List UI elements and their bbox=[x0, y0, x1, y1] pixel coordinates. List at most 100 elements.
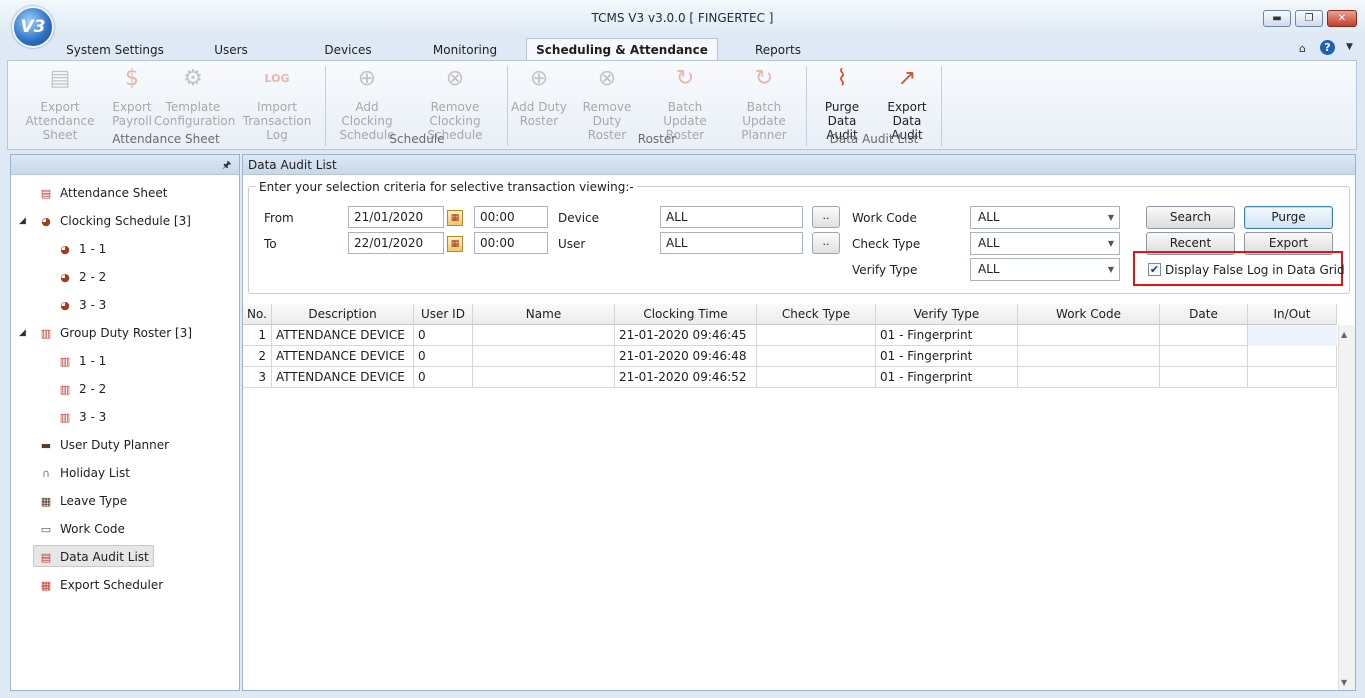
tree-item-clocking-2[interactable]: ◕ 2 - 2 bbox=[57, 266, 106, 288]
chevron-down-icon[interactable]: ▼ bbox=[1346, 42, 1353, 52]
tree-item-holiday-list[interactable]: ∩ Holiday List bbox=[38, 462, 130, 484]
add-clocking-schedule-button[interactable]: ⊕ Add Clocking Schedule bbox=[330, 64, 404, 142]
tab-users[interactable]: Users bbox=[195, 40, 267, 61]
cell-verify-type[interactable]: 01 - Fingerprint bbox=[876, 346, 1018, 367]
cell-clocking-time[interactable]: 21-01-2020 09:46:48 bbox=[615, 346, 757, 367]
cell-date[interactable] bbox=[1160, 346, 1248, 367]
cell-work-code[interactable] bbox=[1018, 367, 1160, 388]
tree-item-user-duty-planner[interactable]: ▬ User Duty Planner bbox=[38, 434, 169, 456]
tree-item-export-scheduler[interactable]: ▦ Export Scheduler bbox=[38, 574, 163, 596]
tab-reports[interactable]: Reports bbox=[738, 40, 818, 61]
calendar-icon[interactable]: ▦ bbox=[447, 210, 463, 226]
calendar-icon[interactable]: ▦ bbox=[447, 236, 463, 252]
verify-type-dropdown[interactable]: ALL ▼ bbox=[970, 258, 1120, 281]
remove-duty-roster-button[interactable]: ⊗ Remove Duty Roster bbox=[569, 64, 645, 142]
column-header-check-type[interactable]: Check Type bbox=[757, 304, 876, 325]
remove-clocking-schedule-button[interactable]: ⊗ Remove Clocking Schedule bbox=[406, 64, 504, 142]
cell-check-type[interactable] bbox=[757, 367, 876, 388]
user-browse-button[interactable]: .. bbox=[812, 232, 840, 254]
tree-item-clocking-1[interactable]: ◕ 1 - 1 bbox=[57, 238, 106, 260]
column-header-work-code[interactable]: Work Code bbox=[1018, 304, 1160, 325]
search-button[interactable]: Search bbox=[1146, 206, 1235, 229]
column-header-verify-type[interactable]: Verify Type bbox=[876, 304, 1018, 325]
from-time-field[interactable]: 00:00 bbox=[474, 206, 548, 228]
tree-item-roster-1[interactable]: ▥ 1 - 1 bbox=[57, 350, 106, 372]
collapse-ribbon-icon[interactable]: ⌂ bbox=[1299, 42, 1306, 55]
cell-clocking-time[interactable]: 21-01-2020 09:46:45 bbox=[615, 325, 757, 346]
scroll-down-icon[interactable]: ▼ bbox=[1341, 678, 1347, 687]
column-header-no[interactable]: No. bbox=[243, 304, 272, 325]
column-header-description[interactable]: Description bbox=[272, 304, 414, 325]
cell-no[interactable]: 2 bbox=[243, 346, 272, 367]
display-false-log-checkbox[interactable]: ✔ bbox=[1148, 263, 1161, 276]
cell-user-id[interactable]: 0 bbox=[414, 325, 473, 346]
cell-check-type[interactable] bbox=[757, 325, 876, 346]
work-code-dropdown[interactable]: ALL ▼ bbox=[970, 206, 1120, 229]
user-field[interactable]: ALL bbox=[660, 232, 803, 254]
help-icon[interactable]: ? bbox=[1320, 40, 1335, 55]
column-header-name[interactable]: Name bbox=[473, 304, 615, 325]
restore-button[interactable]: ❐ bbox=[1295, 10, 1323, 27]
export-attendance-sheet-button[interactable]: ▤ Export Attendance Sheet bbox=[10, 64, 110, 142]
cell-name[interactable] bbox=[473, 346, 615, 367]
column-header-in-out[interactable]: In/Out bbox=[1248, 304, 1337, 325]
tree-item-group-duty-roster[interactable]: ▥ Group Duty Roster [3] bbox=[38, 322, 192, 344]
column-header-user-id[interactable]: User ID bbox=[414, 304, 473, 325]
cell-verify-type[interactable]: 01 - Fingerprint bbox=[876, 367, 1018, 388]
column-header-clocking-time[interactable]: Clocking Time bbox=[615, 304, 757, 325]
from-date-field[interactable]: 21/01/2020 bbox=[348, 206, 444, 228]
tree-item-roster-2[interactable]: ▥ 2 - 2 bbox=[57, 378, 106, 400]
cell-name[interactable] bbox=[473, 325, 615, 346]
tab-devices[interactable]: Devices bbox=[312, 40, 384, 61]
collapse-arrow-icon[interactable]: ◢ bbox=[19, 328, 26, 338]
device-field[interactable]: ALL bbox=[660, 206, 803, 228]
cell-no[interactable]: 3 bbox=[243, 367, 272, 388]
batch-update-roster-button[interactable]: ↻ Batch Update Roster bbox=[647, 64, 723, 142]
cell-name[interactable] bbox=[473, 367, 615, 388]
cell-date[interactable] bbox=[1160, 367, 1248, 388]
template-configuration-button[interactable]: ⚙ Template Configuration bbox=[154, 64, 235, 128]
batch-update-planner-button[interactable]: ↻ Batch Update Planner bbox=[725, 64, 803, 142]
cell-no[interactable]: 1 bbox=[243, 325, 272, 346]
cell-user-id[interactable]: 0 bbox=[414, 367, 473, 388]
scroll-up-icon[interactable]: ▲ bbox=[1341, 330, 1347, 339]
tree-item-leave-type[interactable]: ▦ Leave Type bbox=[38, 490, 127, 512]
cell-work-code[interactable] bbox=[1018, 325, 1160, 346]
cell-user-id[interactable]: 0 bbox=[414, 346, 473, 367]
tree-item-data-audit-list[interactable]: ▤ Data Audit List bbox=[33, 545, 154, 567]
to-time-field[interactable]: 00:00 bbox=[474, 232, 548, 254]
app-logo[interactable]: V3 bbox=[12, 6, 54, 48]
purge-button[interactable]: Purge bbox=[1244, 206, 1333, 229]
cell-description[interactable]: ATTENDANCE DEVICE bbox=[272, 325, 414, 346]
cell-description[interactable]: ATTENDANCE DEVICE bbox=[272, 367, 414, 388]
tree-item-attendance-sheet[interactable]: ▤ Attendance Sheet bbox=[38, 182, 168, 204]
vertical-scrollbar[interactable] bbox=[1338, 325, 1355, 690]
check-type-dropdown[interactable]: ALL ▼ bbox=[970, 232, 1120, 255]
close-button[interactable]: ✕ bbox=[1327, 10, 1357, 27]
purge-data-audit-button[interactable]: ⌇ Purge Data Audit bbox=[810, 64, 874, 142]
cell-in-out[interactable] bbox=[1248, 367, 1337, 388]
display-false-log-label[interactable]: Display False Log in Data Grid bbox=[1165, 263, 1345, 277]
cell-date[interactable] bbox=[1160, 325, 1248, 346]
tab-monitoring[interactable]: Monitoring bbox=[420, 40, 510, 61]
cell-clocking-time[interactable]: 21-01-2020 09:46:52 bbox=[615, 367, 757, 388]
to-date-field[interactable]: 22/01/2020 bbox=[348, 232, 444, 254]
minimize-button[interactable]: ▬ bbox=[1263, 10, 1291, 27]
cell-in-out[interactable] bbox=[1248, 346, 1337, 367]
tree-item-clocking-3[interactable]: ◕ 3 - 3 bbox=[57, 294, 106, 316]
device-browse-button[interactable]: .. bbox=[812, 206, 840, 228]
import-transaction-log-button[interactable]: LOG Import Transaction Log bbox=[234, 64, 320, 142]
tab-system-settings[interactable]: System Settings bbox=[60, 40, 170, 61]
cell-check-type[interactable] bbox=[757, 346, 876, 367]
tree-item-roster-3[interactable]: ▥ 3 - 3 bbox=[57, 406, 106, 428]
cell-work-code[interactable] bbox=[1018, 346, 1160, 367]
export-payroll-button[interactable]: $ Export Payroll bbox=[110, 64, 154, 128]
tree-item-clocking-schedule[interactable]: ◕ Clocking Schedule [3] bbox=[38, 210, 191, 232]
tab-scheduling-attendance[interactable]: Scheduling & Attendance bbox=[526, 38, 718, 61]
collapse-arrow-icon[interactable]: ◢ bbox=[19, 216, 26, 226]
add-duty-roster-button[interactable]: ⊕ Add Duty Roster bbox=[511, 64, 567, 128]
pin-icon[interactable]: 🖈 bbox=[222, 158, 231, 175]
cell-description[interactable]: ATTENDANCE DEVICE bbox=[272, 346, 414, 367]
tree-item-work-code[interactable]: ▭ Work Code bbox=[38, 518, 125, 540]
column-header-date[interactable]: Date bbox=[1160, 304, 1248, 325]
